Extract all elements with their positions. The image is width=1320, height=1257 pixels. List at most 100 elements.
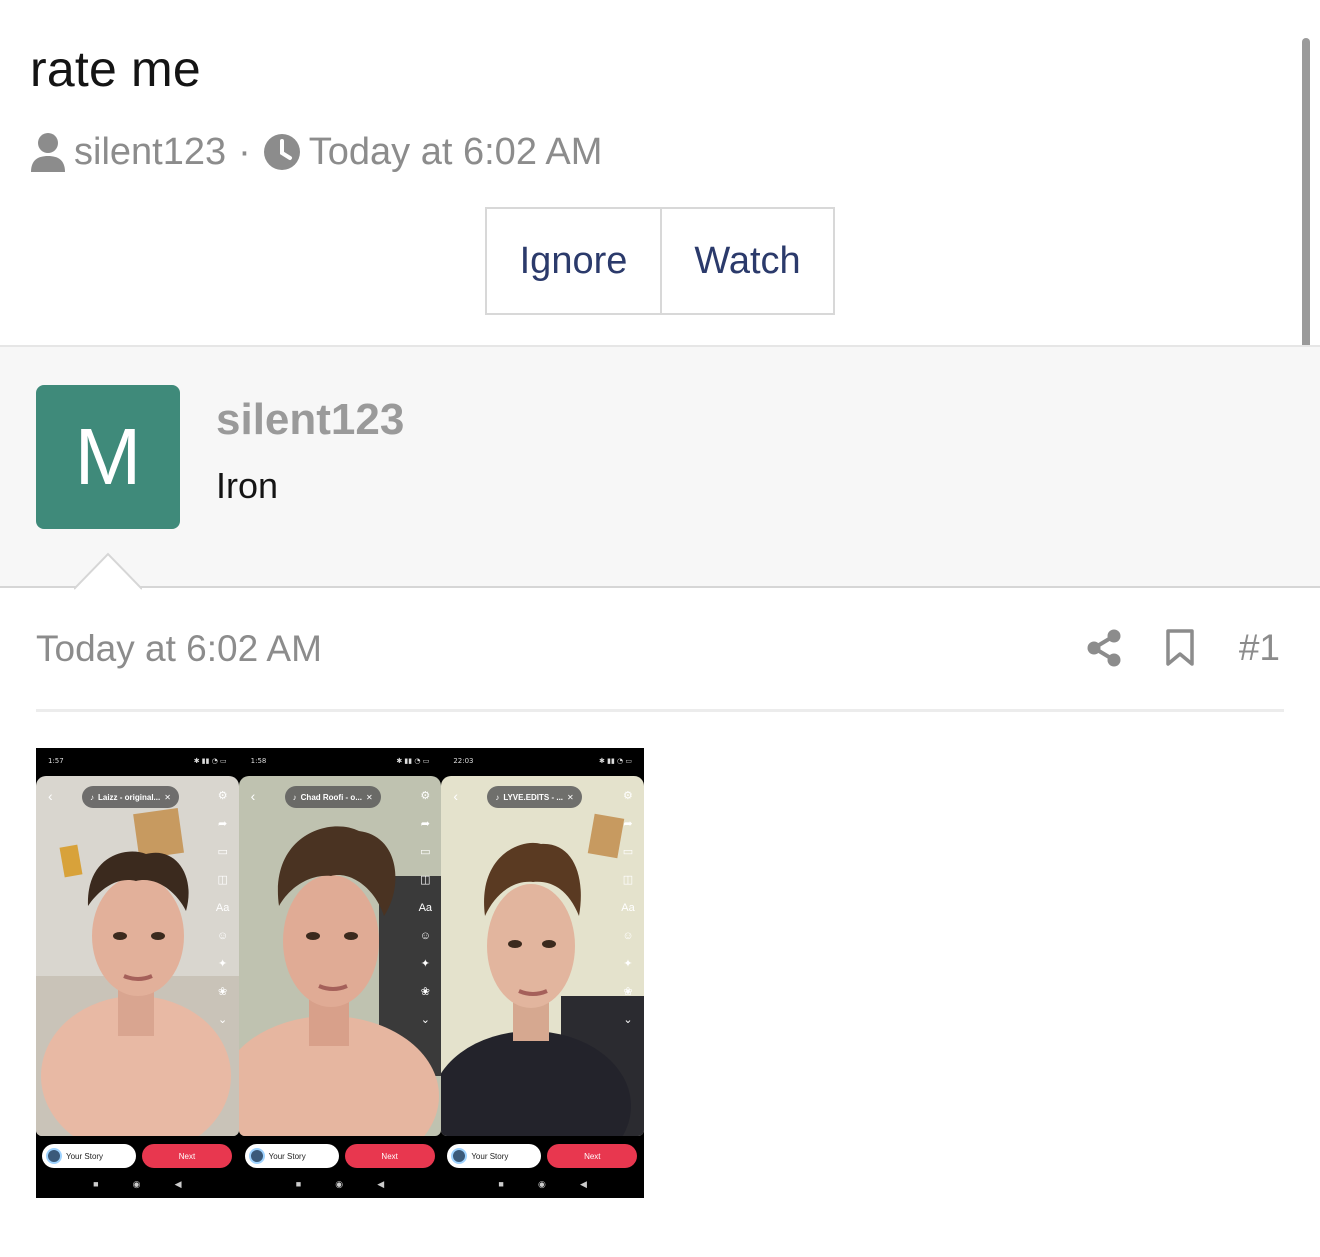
close-icon: ✕: [365, 792, 373, 802]
status-icons: ✱ ▮▮ ◔ ▭: [396, 757, 430, 765]
crop-icon: ▭: [217, 846, 228, 858]
emoji-icon: ☺: [217, 930, 229, 942]
sound-name: Chad Roofi - o...: [300, 792, 362, 802]
chevron-down-icon: ⌄: [623, 1014, 633, 1026]
home-icon: ◉: [335, 1178, 344, 1189]
story-bar: Your Story Next: [42, 1144, 232, 1168]
post-username[interactable]: silent123: [216, 395, 404, 445]
avatar[interactable]: M: [36, 385, 180, 529]
your-story-button: Your Story: [42, 1144, 136, 1168]
recents-icon: ■: [295, 1179, 302, 1189]
mini-avatar: [46, 1148, 62, 1164]
sticker-icon: ◫: [420, 874, 431, 886]
share-arrow-icon: ➦: [623, 818, 633, 830]
android-nav: ■ ◉ ◀: [36, 1176, 239, 1192]
editor-tools: ⚙ ➦ ▭ ◫ Aa ☺ ✦ ❀ ⌄: [417, 788, 433, 1028]
text-tool: Aa: [418, 902, 433, 914]
sticker-icon: ◫: [217, 874, 228, 886]
thread-meta: silent123 · Today at 6:02 AM: [30, 128, 602, 176]
selfie-photo: [441, 776, 644, 1136]
meta-separator: ·: [238, 130, 251, 173]
sticker-icon: ◫: [622, 874, 634, 886]
post-user-block: M silent123 Iron: [0, 345, 1320, 588]
status-icons: ✱ ▮▮ ◔ ▭: [599, 757, 632, 765]
emoji-icon: ☺: [419, 930, 431, 942]
text-tool: Aa: [621, 902, 635, 914]
ignore-button[interactable]: Ignore: [487, 209, 660, 313]
android-nav: ■ ◉ ◀: [239, 1176, 442, 1192]
your-story-button: Your Story: [447, 1144, 542, 1168]
sound-name: LYVE.EDITS - ...: [503, 792, 564, 802]
android-nav: ■ ◉ ◀: [441, 1176, 644, 1192]
status-icons: ✱ ▮▮ ◔ ▭: [193, 757, 227, 765]
back-icon: ◀: [174, 1178, 182, 1189]
share-icon[interactable]: [1087, 629, 1121, 667]
clock-icon: [263, 133, 301, 171]
sound-name: Laizz - original...: [98, 792, 161, 802]
sparkle-icon: ✦: [420, 958, 430, 970]
share-arrow-icon: ➦: [420, 818, 430, 830]
recents-icon: ■: [93, 1179, 99, 1189]
thread-date[interactable]: Today at 6:02 AM: [309, 131, 603, 174]
recents-icon: ■: [498, 1179, 504, 1189]
music-note-icon: ♪: [90, 792, 94, 802]
filters-icon: ❀: [420, 986, 430, 998]
your-story-button: Your Story: [244, 1144, 339, 1168]
your-story-label: Your Story: [66, 1151, 104, 1161]
user-icon: [30, 132, 66, 172]
back-icon: ◀: [377, 1178, 385, 1189]
sparkle-icon: ✦: [623, 958, 633, 970]
filters-icon: ❀: [218, 986, 228, 998]
home-icon: ◉: [537, 1178, 546, 1189]
screenshot-frame-3: 22:03 ✱ ▮▮ ◔ ▭ ‹ ♪ LYVE.EDITS - ... ✕ ⚙ …: [441, 748, 644, 1198]
next-button: Next: [142, 1144, 232, 1168]
text-tool: Aa: [215, 902, 230, 914]
close-icon: ✕: [164, 792, 171, 802]
screenshot-frame-1: 1:57 ✱ ▮▮ ◔ ▭ ‹ ♪ Laizz - original... ✕ …: [36, 748, 239, 1198]
selfie-photo: [238, 776, 442, 1136]
image-attachment[interactable]: 1:57 ✱ ▮▮ ◔ ▭ ‹ ♪ Laizz - original... ✕ …: [36, 748, 644, 1198]
thread-title: rate me: [30, 41, 201, 97]
user-rank-title: Iron: [216, 465, 279, 506]
next-button: Next: [547, 1144, 638, 1168]
bookmark-icon[interactable]: [1165, 629, 1195, 667]
home-icon: ◉: [132, 1178, 141, 1189]
mini-avatar: [451, 1148, 468, 1164]
story-bar: Your Story Next: [244, 1144, 435, 1168]
post-divider: [36, 709, 1284, 712]
watch-button[interactable]: Watch: [660, 209, 833, 313]
sound-pill: ♪ LYVE.EDITS - ... ✕: [487, 786, 582, 808]
crop-icon: ▭: [420, 846, 431, 858]
your-story-label: Your Story: [268, 1151, 306, 1161]
status-time: 1:57: [48, 757, 64, 765]
sound-pill: ♪ Laizz - original... ✕: [82, 786, 179, 808]
status-bar: 1:58 ✱ ▮▮ ◔ ▭: [239, 748, 442, 774]
back-icon: ◀: [579, 1178, 587, 1189]
share-arrow-icon: ➦: [218, 818, 228, 830]
settings-icon: ⚙: [420, 790, 431, 802]
music-note-icon: ♪: [292, 792, 297, 802]
post-date[interactable]: Today at 6:02 AM: [36, 628, 322, 670]
thread-actions: Ignore Watch: [485, 207, 835, 315]
status-bar: 22:03 ✱ ▮▮ ◔ ▭: [441, 748, 644, 774]
status-time: 22:03: [453, 757, 474, 765]
post-number[interactable]: #1: [1239, 627, 1280, 669]
mini-avatar: [248, 1148, 265, 1164]
emoji-icon: ☺: [622, 930, 634, 942]
your-story-label: Your Story: [471, 1151, 509, 1161]
back-chevron-icon: ‹: [453, 788, 458, 804]
status-bar: 1:57 ✱ ▮▮ ◔ ▭: [36, 748, 239, 774]
music-note-icon: ♪: [495, 792, 500, 802]
sound-pill: ♪ Chad Roofi - o... ✕: [284, 786, 381, 808]
close-icon: ✕: [567, 792, 574, 802]
post-actions: #1: [1087, 626, 1280, 670]
story-bar: Your Story Next: [447, 1144, 638, 1168]
status-time: 1:58: [250, 757, 267, 765]
next-button: Next: [344, 1144, 435, 1168]
thread-author[interactable]: silent123: [74, 131, 226, 174]
settings-icon: ⚙: [217, 790, 228, 802]
chevron-down-icon: ⌄: [420, 1014, 430, 1026]
back-chevron-icon: ‹: [48, 788, 53, 804]
editor-tools: ⚙ ➦ ▭ ◫ Aa ☺ ✦ ❀ ⌄: [620, 788, 636, 1028]
sparkle-icon: ✦: [218, 958, 228, 970]
